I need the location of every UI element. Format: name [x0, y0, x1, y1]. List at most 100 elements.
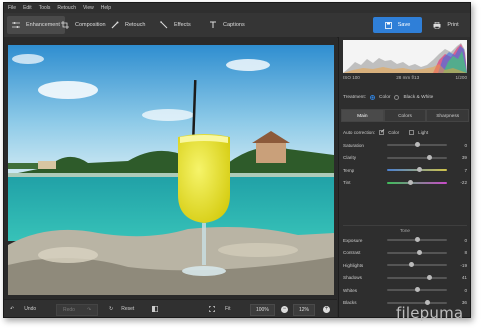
photo-preview[interactable] [8, 45, 334, 295]
tab-retouch-label: Retouch [125, 22, 146, 28]
treatment-row: Treatment: Color Black & White [343, 91, 467, 103]
menu-help[interactable]: Help [101, 5, 111, 11]
treatment-color-radio[interactable] [370, 94, 376, 100]
panel-tab-colors[interactable]: Colors [383, 109, 427, 122]
floppy-icon [384, 21, 392, 29]
slider-handle[interactable] [414, 142, 420, 147]
temp-slider[interactable] [387, 167, 447, 172]
highlights-slider[interactable] [387, 262, 447, 267]
auto-color-checkbox[interactable] [379, 128, 385, 135]
printer-icon [433, 21, 441, 29]
shadows-slider[interactable] [387, 274, 447, 280]
main-toolbar: Enhancement Composition Retouch Effects … [4, 13, 470, 38]
slider-value: 0 [464, 287, 467, 293]
image-canvas [4, 37, 337, 299]
menu-file[interactable]: File [8, 5, 16, 11]
menu-view[interactable]: View [83, 5, 94, 11]
whites-slider[interactable] [387, 287, 447, 292]
slider-row-whites: Whites 0 [343, 285, 467, 295]
tab-retouch[interactable]: Retouch [111, 16, 146, 34]
redo-label: Redo [63, 307, 75, 313]
brush-icon [111, 21, 119, 29]
reset-icon: ↻ [109, 306, 114, 312]
slider-value: 0 [464, 237, 467, 243]
tint-slider[interactable] [387, 179, 447, 185]
panel-tabs: Main Colors Sharpness [341, 109, 470, 122]
slider-label: Tint [343, 180, 351, 185]
reset-button[interactable]: ↻ Reset [109, 304, 134, 314]
exif-iso: ISO 100 [343, 75, 360, 80]
tab-enhancement-label: Enhancement [26, 22, 60, 28]
slider-value: 0 [464, 142, 467, 148]
bottom-toolbar: ↶ Undo Redo ↷ ↻ Reset Fit 100% − 12% + [4, 299, 337, 317]
menu-tools[interactable]: Tools [39, 5, 51, 11]
clarity-slider[interactable] [387, 154, 447, 160]
tab-captions[interactable]: Captions [209, 16, 245, 34]
auto-light-label: Light [418, 129, 429, 135]
zoom-out-button[interactable]: − [281, 304, 288, 314]
contrast-slider[interactable] [387, 249, 447, 255]
tab-enhancement[interactable]: Enhancement [7, 16, 65, 34]
treatment-bw-radio[interactable] [394, 94, 400, 100]
histogram-graph [343, 43, 467, 73]
exif-shutter: 1/200 [455, 75, 468, 80]
slider-handle[interactable] [426, 154, 432, 160]
slider-label: Clarity [343, 155, 357, 160]
auto-correction-label: Auto correction: [343, 129, 376, 135]
slider-label: Whites [343, 287, 358, 293]
panel-tab-main[interactable]: Main [341, 109, 384, 122]
crop-icon [61, 21, 69, 29]
tab-composition[interactable]: Composition [61, 16, 106, 34]
magic-wand-icon [160, 21, 168, 29]
slider-handle[interactable] [408, 262, 414, 267]
zoom-in-button[interactable]: + [323, 304, 330, 314]
print-button[interactable]: Print [426, 17, 466, 33]
slider-handle[interactable] [414, 287, 420, 292]
tab-effects-label: Effects [174, 22, 191, 28]
actual-size-button[interactable]: 100% [250, 304, 275, 316]
treatment-label: Treatment: [343, 94, 367, 100]
watermark-text: filepuma [396, 304, 464, 322]
print-button-label: Print [447, 22, 459, 28]
zoom-out-icon: − [281, 305, 288, 313]
slider-handle[interactable] [426, 274, 432, 280]
save-button[interactable]: Save [373, 17, 422, 33]
slider-value: -19 [460, 262, 467, 268]
menu-edit[interactable]: Edit [23, 5, 32, 11]
slider-handle[interactable] [407, 179, 413, 185]
auto-correction-row: Auto correction: Color Light [343, 128, 467, 136]
undo-icon: ↶ [10, 306, 15, 312]
menu-bar: File Edit Tools Retouch View Help [4, 3, 470, 13]
saturation-slider[interactable] [387, 142, 447, 147]
slider-label: Temp [343, 167, 355, 173]
exposure-slider[interactable] [387, 237, 447, 242]
zoom-level-field[interactable]: 12% [293, 304, 316, 316]
compare-icon [152, 306, 158, 312]
slider-row-shadows: Shadows 41 [343, 273, 467, 283]
menu-retouch[interactable]: Retouch [57, 5, 76, 11]
slider-row-exposure: Exposure 0 [343, 235, 467, 245]
fit-icon [209, 306, 215, 312]
undo-button[interactable]: ↶ Undo [10, 304, 36, 314]
slider-handle[interactable] [416, 249, 422, 255]
slider-label: Contrast [343, 250, 361, 255]
redo-button[interactable]: Redo ↷ [56, 304, 99, 316]
slider-row-temp: Temp 7 [343, 165, 467, 175]
compare-button[interactable] [152, 304, 158, 314]
panel-tab-sharpness[interactable]: Sharpness [426, 109, 470, 122]
treatment-bw-label: Black & White [403, 94, 434, 100]
slider-handle[interactable] [414, 237, 420, 242]
redo-icon: ↷ [86, 307, 92, 313]
slider-row-highlights: Highlights -19 [343, 260, 467, 270]
tab-composition-label: Composition [75, 22, 106, 28]
tab-captions-label: Captions [223, 22, 245, 28]
tab-effects[interactable]: Effects [160, 16, 191, 34]
slider-label: Highlights [343, 262, 364, 268]
slider-label: Saturation [343, 142, 364, 148]
fit-button[interactable]: Fit [209, 304, 231, 314]
exif-info: ISO 100 28 mm f/13 1/200 [343, 75, 467, 83]
slider-row-clarity: Clarity 39 [343, 153, 467, 163]
auto-light-checkbox[interactable] [409, 129, 415, 135]
slider-handle[interactable] [416, 167, 422, 172]
sliders-icon [12, 22, 20, 28]
